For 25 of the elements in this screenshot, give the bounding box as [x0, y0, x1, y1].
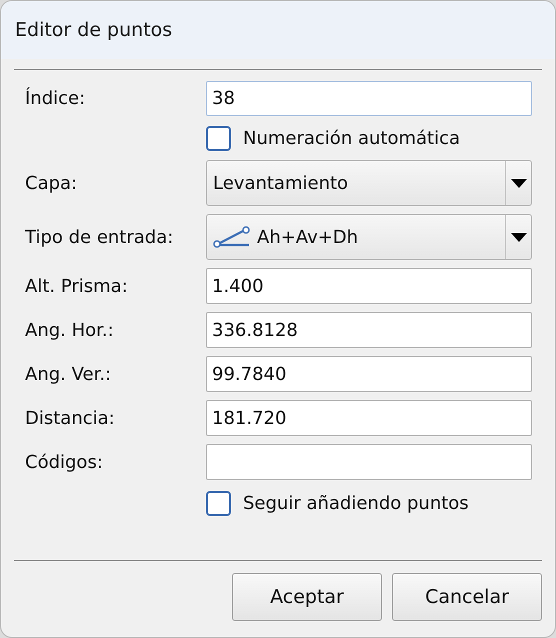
checkbox[interactable] [206, 126, 231, 150]
field-label: Capa: [25, 172, 78, 194]
text-field[interactable] [206, 444, 532, 480]
field-label: Tipo de entrada: [25, 226, 174, 248]
checkbox-label: Seguir añadiendo puntos [243, 492, 469, 514]
checkbox[interactable] [206, 490, 231, 516]
text-field[interactable]: 336.8128 [206, 312, 532, 348]
field-label: Distancia: [25, 408, 116, 428]
field-label: Códigos: [25, 452, 104, 472]
dropdown-arrow-icon [510, 178, 526, 188]
field-label: Alt. Prisma: [25, 276, 129, 296]
checkbox-label: Numeración automática [243, 128, 460, 148]
dropdown[interactable]: Ah+Av+Dh [206, 214, 532, 260]
field-label: Ang. Ver.: [25, 364, 112, 384]
text-field[interactable]: 1.400 [206, 268, 532, 304]
dropdown[interactable]: Levantamiento [206, 160, 532, 206]
window-title: Editor de puntos [15, 19, 172, 41]
accept-button[interactable]: Aceptar [232, 573, 382, 621]
cancel-button[interactable]: Cancelar [392, 573, 542, 621]
text-field[interactable]: 181.720 [206, 400, 532, 436]
text-field[interactable]: 38 [206, 81, 532, 116]
field-label: Ang. Hor.: [25, 320, 115, 340]
dropdown-arrow-icon [510, 232, 526, 242]
field-label: Índice: [25, 88, 86, 109]
text-field[interactable]: 99.7840 [206, 356, 532, 392]
